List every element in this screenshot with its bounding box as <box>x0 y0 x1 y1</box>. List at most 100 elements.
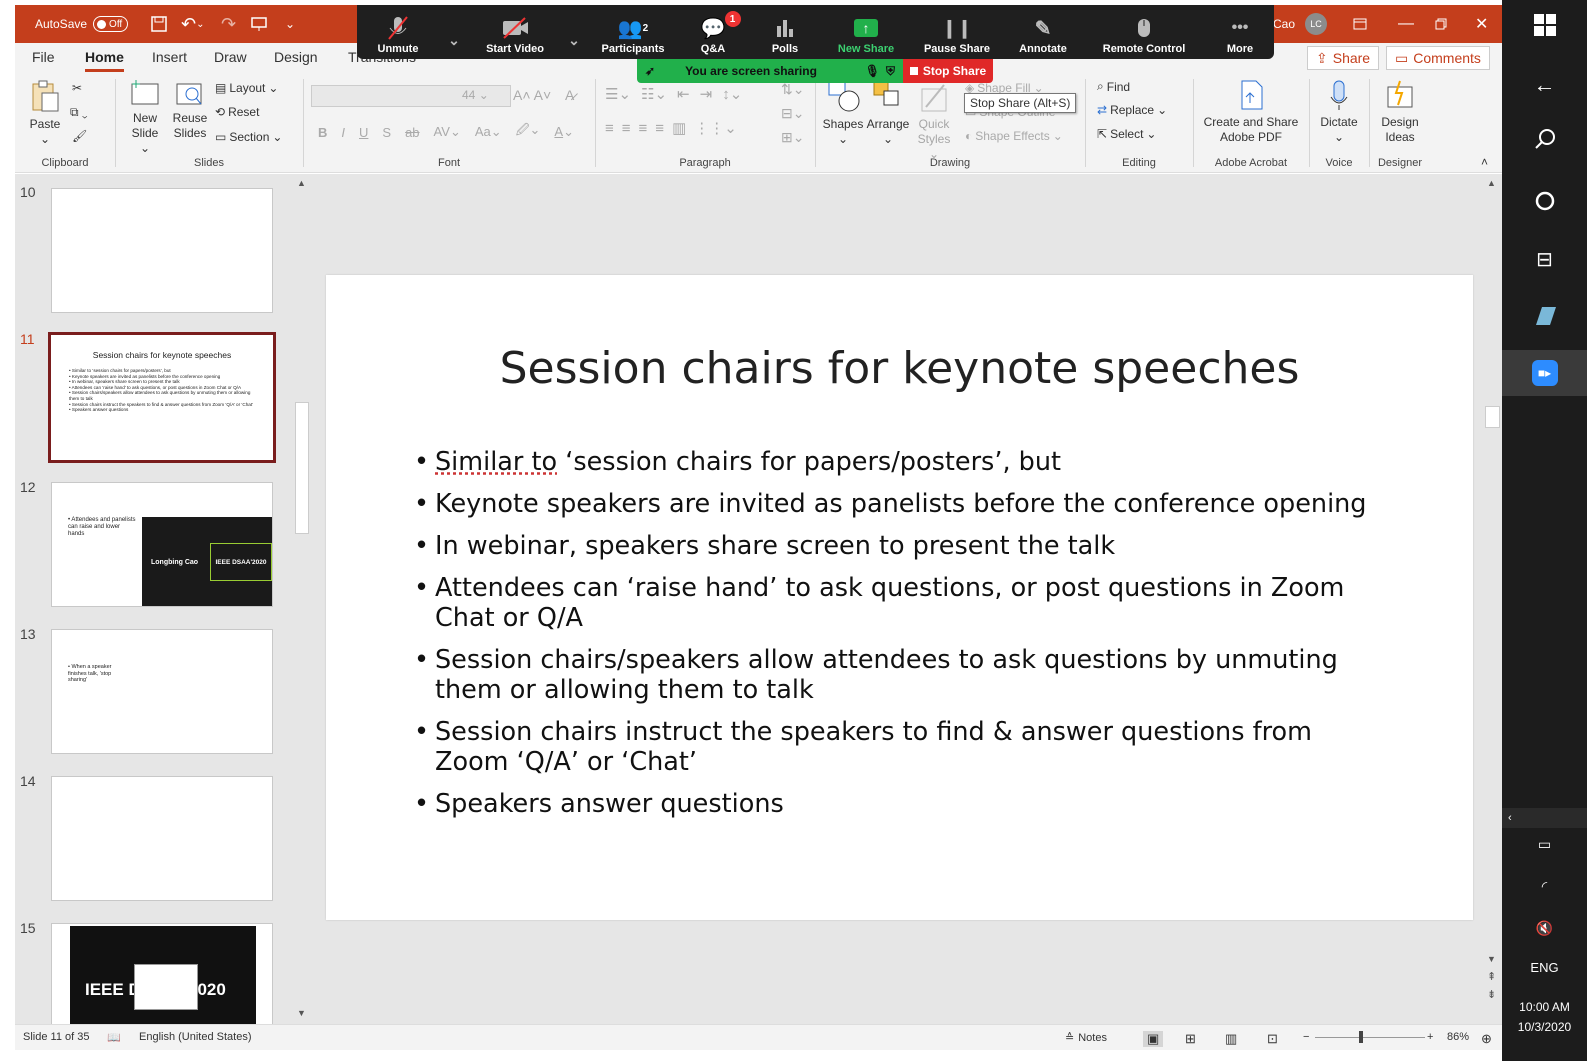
user-avatar-wrap[interactable]: LC <box>1305 5 1327 43</box>
minimize-icon[interactable]: — <box>1398 5 1414 43</box>
design-ideas-button[interactable]: Design Ideas <box>1375 79 1425 145</box>
tab-insert[interactable]: Insert <box>152 49 187 65</box>
shapes-button[interactable]: Shapes ⌄ <box>820 77 866 147</box>
qa-button[interactable]: 💬 1 Q&A <box>683 5 743 59</box>
slide-thumbnail-14[interactable] <box>51 776 273 901</box>
autosave-toggle[interactable]: Off <box>93 16 129 32</box>
next-slide-icon[interactable]: ⇟ <box>1487 988 1496 1001</box>
participants-button[interactable]: 👥 2 Participants <box>595 5 671 59</box>
highlight-icon[interactable]: 🖉⌄ <box>516 121 541 143</box>
shield-icon[interactable]: ⛨ <box>886 64 895 79</box>
slide-thumbnail-11[interactable]: Session chairs for keynote speeches • Si… <box>48 332 276 463</box>
find-button[interactable]: ⌕ Find <box>1097 79 1130 94</box>
redo-icon[interactable]: ↷ <box>221 5 236 43</box>
bold-button[interactable]: B <box>318 125 327 140</box>
scrollbar-thumb[interactable] <box>295 402 309 534</box>
undo-icon[interactable]: ↶ ⌄ <box>181 5 204 43</box>
save-icon[interactable] <box>151 5 167 43</box>
tab-draw[interactable]: Draw <box>214 49 247 65</box>
zoom-out-icon[interactable]: − <box>1303 1031 1309 1043</box>
quick-styles-button[interactable]: Quick Styles ⌄ <box>911 77 957 162</box>
zoom-level[interactable]: 86% <box>1447 1031 1469 1043</box>
fit-slide-icon[interactable]: ⊕ <box>1481 1031 1492 1047</box>
customize-icon[interactable]: ⌄ <box>285 5 295 43</box>
slide-bullet[interactable]: In webinar, speakers share screen to pre… <box>414 531 1384 561</box>
pause-share-button[interactable]: ❙❙ Pause Share <box>917 5 997 59</box>
create-share-pdf-button[interactable]: Create and Share Adobe PDF <box>1197 79 1305 145</box>
slide-scrollbar[interactable]: ▲ ▼ ⇞ ⇟ <box>1483 174 1502 1024</box>
thumbnail-scrollbar[interactable]: ▲ ▼ <box>293 174 311 1024</box>
slide-sorter-icon[interactable]: ⊞ <box>1185 1031 1196 1047</box>
battery-icon[interactable]: ▭ <box>1502 836 1587 853</box>
windows-start-icon[interactable] <box>1502 14 1587 36</box>
shape-effects-button[interactable]: ◐ Shape Effects ⌄ <box>965 129 1063 143</box>
share-button[interactable]: ⇪ Share <box>1307 46 1380 70</box>
remote-control-button[interactable]: Remote Control <box>1091 5 1197 59</box>
new-share-button[interactable]: ↑ New Share <box>827 5 905 59</box>
avatar[interactable]: LC <box>1305 13 1327 35</box>
text-direction-icon[interactable]: ⇅⌄ <box>781 81 804 98</box>
app-icon[interactable] <box>1502 305 1587 327</box>
previous-slide-icon[interactable]: ⇞ <box>1487 970 1496 983</box>
slide-bullet[interactable]: Session chairs/speakers allow attendees … <box>414 645 1384 705</box>
scroll-down-icon[interactable]: ▼ <box>297 1008 306 1018</box>
slide-bullet[interactable]: Speakers answer questions <box>414 789 1384 819</box>
polls-button[interactable]: Polls <box>755 5 815 59</box>
slide-bullet[interactable]: Session chairs instruct the speakers to … <box>414 717 1384 777</box>
tab-home[interactable]: Home <box>85 49 124 72</box>
align-text-vert-icon[interactable]: ⊟⌄ <box>781 105 804 122</box>
wifi-icon[interactable]: ◜ <box>1502 878 1587 895</box>
slide-thumbnail-12[interactable]: • Attendees and panelists can raise and … <box>51 482 273 607</box>
slide-thumbnail-15[interactable]: IEEE D 2020 <box>51 923 273 1024</box>
cut-icon[interactable]: ✂ <box>72 81 82 95</box>
spacing-button[interactable]: AV⌄ <box>434 124 461 140</box>
normal-view-icon[interactable]: ▣ <box>1143 1031 1164 1047</box>
start-video-button[interactable]: Start Video <box>475 5 555 59</box>
reuse-slides-button[interactable]: Reuse Slides <box>170 79 210 141</box>
reading-view-icon[interactable]: ▥ <box>1225 1031 1237 1047</box>
shadow-button[interactable]: S <box>382 125 391 140</box>
comments-button[interactable]: ▭ Comments <box>1386 46 1490 70</box>
change-case-button[interactable]: Aa⌄ <box>475 124 502 140</box>
zoom-slider-handle[interactable] <box>1359 1031 1363 1043</box>
slide-bullet[interactable]: Similar to ‘session chairs for papers/po… <box>414 447 1384 477</box>
back-arrow-icon[interactable]: ← <box>1502 72 1587 98</box>
tray-expand-icon[interactable]: ‹ <box>1502 808 1587 828</box>
smartart-icon[interactable]: ⊞⌄ <box>781 129 804 146</box>
select-button[interactable]: ⇱ Select ⌄ <box>1097 127 1156 141</box>
tab-file[interactable]: File <box>32 49 55 65</box>
unmute-button[interactable]: Unmute <box>367 5 429 59</box>
accessibility-icon[interactable]: 📖 <box>107 1031 121 1044</box>
paste-button[interactable]: Paste ⌄ <box>25 79 65 147</box>
input-language[interactable]: ENG <box>1502 960 1587 975</box>
clear-format-icon[interactable]: A̷ <box>565 87 574 103</box>
current-slide[interactable]: Session chairs for keynote speeches Simi… <box>326 275 1473 920</box>
align-buttons[interactable]: ≡ ≡ ≡ ≡ ▥ ⋮⋮⌄ <box>605 119 737 138</box>
scroll-down-icon[interactable]: ▼ <box>1487 954 1496 964</box>
language-indicator[interactable]: English (United States) <box>139 1031 252 1043</box>
layout-button[interactable]: ▤ Layout ⌄ <box>215 81 278 95</box>
task-view-icon[interactable]: ⊟ <box>1502 247 1587 272</box>
font-size-input[interactable]: 44 ⌄ <box>459 85 509 107</box>
more-button[interactable]: ••• More <box>1207 5 1273 59</box>
slide-thumbnail-10[interactable] <box>51 188 273 313</box>
strikethrough-button[interactable]: ab <box>405 125 419 140</box>
grow-font-icon[interactable]: A˄ A˅ <box>513 87 551 103</box>
notes-button[interactable]: ≙ Notes <box>1065 1031 1107 1045</box>
slide-title[interactable]: Session chairs for keynote speeches <box>326 343 1473 394</box>
video-options-icon[interactable]: ⌄ <box>559 5 589 59</box>
stop-share-button[interactable]: Stop Share <box>903 59 993 83</box>
annotate-button[interactable]: ✎ Annotate <box>1007 5 1079 59</box>
underline-button[interactable]: U <box>359 125 368 140</box>
search-icon[interactable] <box>1502 128 1587 150</box>
close-icon[interactable]: ✕ <box>1475 5 1488 43</box>
cortana-icon[interactable] <box>1502 190 1587 212</box>
zoom-slider[interactable] <box>1315 1037 1425 1038</box>
zoom-app-icon[interactable]: ■▸ <box>1502 350 1587 396</box>
copy-icon[interactable]: ⧉ ⌄ <box>70 105 88 120</box>
scroll-up-icon[interactable]: ▲ <box>297 178 306 188</box>
section-button[interactable]: ▭ Section ⌄ <box>215 130 282 144</box>
list-buttons[interactable]: ☰⌄ ☷⌄ ⇤ ⇥ ↕⌄ <box>605 85 742 103</box>
slide-thumbnail-13[interactable]: • When a speaker finishes talk, 'stop sh… <box>51 629 273 754</box>
restore-icon[interactable] <box>1435 5 1447 43</box>
